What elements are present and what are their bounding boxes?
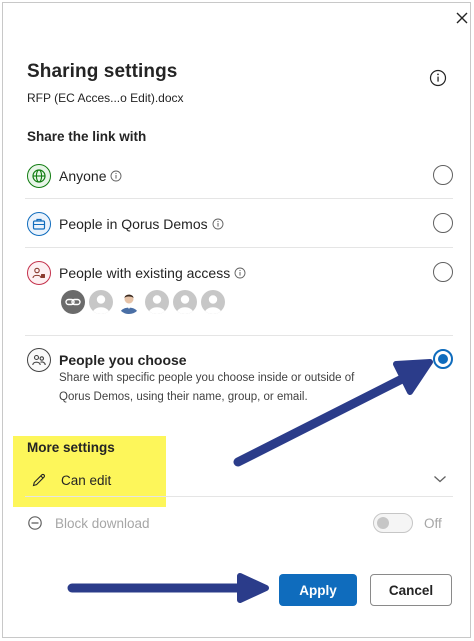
avatar [117, 290, 141, 314]
radio-existing-access[interactable] [433, 262, 453, 282]
apply-button[interactable]: Apply [279, 574, 357, 606]
block-icon [28, 516, 42, 530]
share-link-heading: Share the link with [27, 129, 147, 144]
divider [25, 496, 453, 497]
sharing-settings-dialog: Sharing settings RFP (EC Acces...o Edit)… [2, 2, 471, 638]
divider [25, 335, 453, 336]
option-existing-access-label: People with existing access [59, 265, 231, 281]
avatar [89, 290, 113, 314]
close-icon [456, 12, 468, 24]
block-download-row: Block download Off [25, 512, 453, 536]
radio-anyone[interactable] [433, 165, 453, 185]
option-people-in-org-label: People in Qorus Demos [59, 216, 208, 232]
link-avatar [61, 290, 85, 314]
file-name: RFP (EC Acces...o Edit).docx [27, 91, 184, 105]
briefcase-icon [27, 212, 51, 236]
block-download-toggle[interactable] [373, 513, 413, 533]
option-people-you-choose-label: People you choose [59, 352, 187, 368]
existing-access-avatars [61, 290, 225, 314]
cancel-button[interactable]: Cancel [370, 574, 452, 606]
people-lock-icon [27, 261, 51, 285]
block-download-label: Block download [55, 516, 150, 531]
close-button[interactable] [451, 7, 473, 29]
info-icon[interactable] [234, 267, 246, 279]
divider [25, 198, 453, 199]
option-people-you-choose-description: Share with specific people you choose in… [59, 372, 355, 403]
link-icon [65, 298, 81, 306]
people-icon [27, 348, 51, 372]
info-icon[interactable] [110, 170, 122, 182]
info-button[interactable] [429, 69, 447, 87]
globe-icon [27, 164, 51, 188]
divider [25, 247, 453, 248]
info-icon [429, 69, 447, 87]
option-people-in-org[interactable]: People in Qorus Demos [25, 209, 457, 239]
pencil-icon [32, 473, 45, 487]
radio-people-in-org[interactable] [433, 213, 453, 233]
dialog-title: Sharing settings [27, 61, 178, 82]
block-download-state: Off [424, 516, 442, 531]
avatar [173, 290, 197, 314]
permission-dropdown[interactable]: Can edit [25, 466, 453, 494]
avatar [145, 290, 169, 314]
avatar [201, 290, 225, 314]
radio-people-you-choose[interactable] [433, 349, 453, 369]
info-icon[interactable] [212, 218, 224, 230]
option-anyone[interactable]: Anyone [25, 161, 457, 191]
option-anyone-label: Anyone [59, 168, 107, 184]
permission-label: Can edit [61, 473, 112, 488]
more-settings-heading: More settings [27, 440, 115, 455]
chevron-down-icon [434, 476, 446, 483]
